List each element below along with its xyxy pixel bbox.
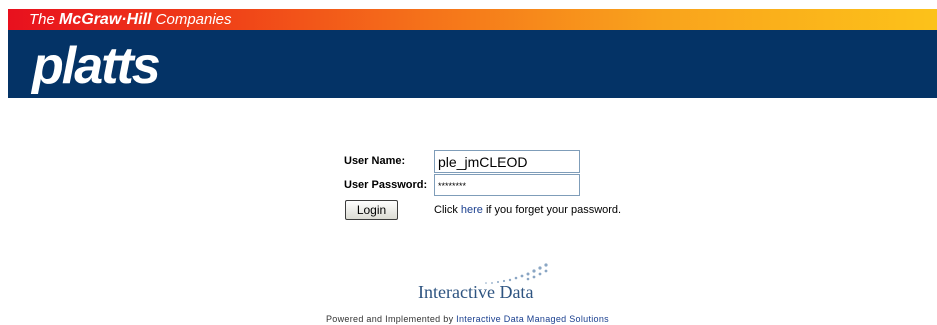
corporate-bar: The McGraw·Hill Companies [8, 9, 937, 30]
username-label: User Name: [344, 155, 406, 167]
password-input[interactable] [434, 174, 580, 196]
corporate-logo: The McGraw·Hill Companies [29, 11, 232, 28]
platts-logo[interactable]: platts [32, 37, 161, 95]
brand-band: platts [8, 30, 937, 98]
username-input[interactable] [434, 150, 580, 173]
interactive-data-logo-text: Interactive Data [418, 282, 534, 302]
footer: Powered and Implemented by Interactive D… [326, 314, 609, 324]
login-form: User Name: User Password: Login Click he… [343, 148, 643, 223]
header-banner: The McGraw·Hill Companies platts [8, 9, 937, 98]
interactive-data-logo: Interactive Data [418, 262, 548, 302]
password-label: User Password: [344, 179, 428, 191]
forgot-password-text: Click here if you forget your password. [434, 204, 622, 216]
login-button[interactable]: Login [345, 200, 398, 220]
dots-icon [485, 263, 548, 284]
footer-link[interactable]: Interactive Data Managed Solutions [456, 314, 609, 324]
forgot-password-link[interactable]: here [461, 204, 483, 216]
